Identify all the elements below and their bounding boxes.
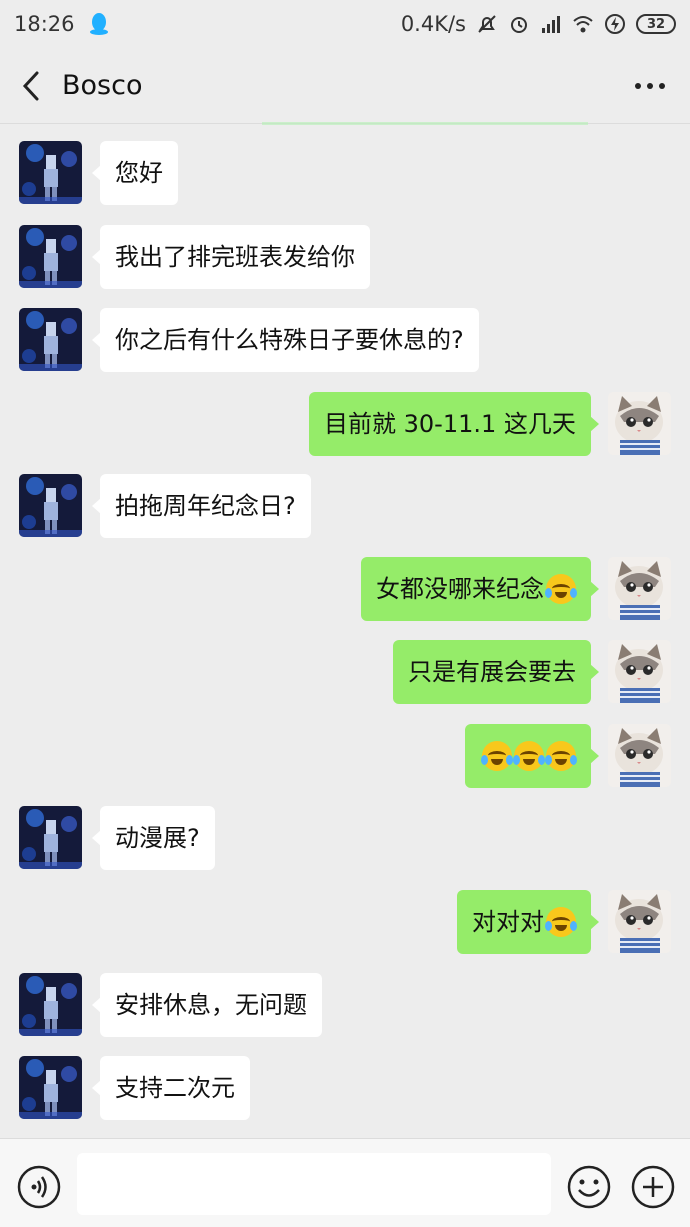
contact-avatar[interactable] (19, 806, 82, 869)
message-text: 支持二次元 (115, 1074, 235, 1102)
contact-avatar[interactable] (19, 141, 82, 204)
contact-avatar[interactable] (19, 225, 82, 288)
chat-title: Bosco (62, 70, 143, 101)
chevron-left-icon (22, 71, 39, 100)
message-text: 对对对 (472, 908, 544, 936)
my-avatar[interactable] (608, 392, 671, 455)
contact-avatar[interactable] (19, 1056, 82, 1119)
chat-message-list[interactable]: 您好我出了排完班表发给你你之后有什么特殊日子要休息的? 目前就 30-11.1 这… (0, 124, 690, 1138)
voice-icon (17, 1165, 61, 1209)
message-bubble[interactable]: 只是有展会要去 (393, 640, 599, 704)
message-bubble[interactable]: 我出了排完班表发给你 (92, 225, 370, 289)
message-input[interactable] (77, 1153, 551, 1215)
contact-avatar[interactable] (19, 973, 82, 1036)
message-text: 安排休息，无问题 (115, 991, 307, 1019)
sent-message: 女都没哪来纪念 (0, 557, 690, 621)
plus-icon (631, 1165, 675, 1209)
message-bubble[interactable]: 对对对 (457, 890, 599, 954)
cry-laugh-emoji (513, 741, 545, 771)
sent-message: 目前就 30-11.1 这几天 (0, 392, 690, 456)
more-functions-button[interactable] (631, 1165, 675, 1209)
message-text: 你之后有什么特殊日子要休息的? (115, 326, 464, 354)
emoji-button[interactable] (567, 1165, 611, 1209)
qq-icon (89, 13, 108, 35)
input-bar (0, 1138, 690, 1227)
contact-avatar[interactable] (19, 308, 82, 371)
charging-icon (605, 14, 625, 34)
message-bubble[interactable] (465, 724, 599, 788)
received-message: 安排休息，无问题 (0, 973, 690, 1037)
received-message: 动漫展? (0, 806, 690, 870)
status-bar: 18:26 0.4K/s 32 (0, 0, 690, 48)
sent-message: 只是有展会要去 (0, 640, 690, 704)
message-bubble[interactable]: 你之后有什么特殊日子要休息的? (92, 308, 479, 372)
back-button[interactable] (0, 48, 62, 124)
received-message: 我出了排完班表发给你 (0, 225, 690, 289)
my-avatar[interactable] (608, 557, 671, 620)
more-button[interactable] (610, 48, 690, 124)
my-avatar[interactable] (608, 640, 671, 703)
network-speed: 0.4K/s (400, 12, 466, 36)
message-text: 目前就 30-11.1 这几天 (324, 410, 576, 438)
cry-laugh-emoji (545, 907, 577, 937)
received-message: 你之后有什么特殊日子要休息的? (0, 308, 690, 372)
message-bubble[interactable]: 支持二次元 (92, 1056, 250, 1120)
message-bubble[interactable]: 目前就 30-11.1 这几天 (309, 392, 599, 456)
message-text: 您好 (115, 159, 163, 187)
status-time: 18:26 (14, 12, 75, 36)
emoji-icon (567, 1165, 611, 1209)
message-bubble[interactable]: 拍拖周年纪念日? (92, 474, 311, 538)
alarm-icon (511, 17, 527, 33)
more-icon (635, 82, 665, 89)
sent-message (0, 724, 690, 788)
message-bubble[interactable]: 您好 (92, 141, 178, 205)
message-text: 拍拖周年纪念日? (115, 492, 296, 520)
battery-icon: 32 (636, 14, 676, 34)
battery-level: 32 (646, 16, 666, 32)
received-message: 您好 (0, 141, 690, 205)
cry-laugh-emoji (545, 741, 577, 771)
wifi-icon (573, 16, 593, 33)
message-text: 动漫展? (115, 824, 200, 852)
sent-message: 对对对 (0, 890, 690, 954)
signal-icon (542, 16, 560, 33)
my-avatar[interactable] (608, 724, 671, 787)
message-bubble[interactable]: 女都没哪来纪念 (361, 557, 599, 621)
mute-icon (478, 15, 496, 33)
message-bubble[interactable]: 动漫展? (92, 806, 215, 870)
message-text: 女都没哪来纪念 (376, 575, 544, 603)
message-bubble[interactable]: 安排休息，无问题 (92, 973, 322, 1037)
my-avatar[interactable] (608, 890, 671, 953)
chat-header: Bosco (0, 48, 690, 124)
contact-avatar[interactable] (19, 474, 82, 537)
cry-laugh-emoji (545, 574, 577, 604)
cry-laugh-emoji (481, 741, 513, 771)
message-text: 只是有展会要去 (408, 658, 576, 686)
received-message: 拍拖周年纪念日? (0, 474, 690, 538)
message-text: 我出了排完班表发给你 (115, 243, 355, 271)
received-message: 支持二次元 (0, 1056, 690, 1120)
voice-button[interactable] (17, 1165, 61, 1209)
